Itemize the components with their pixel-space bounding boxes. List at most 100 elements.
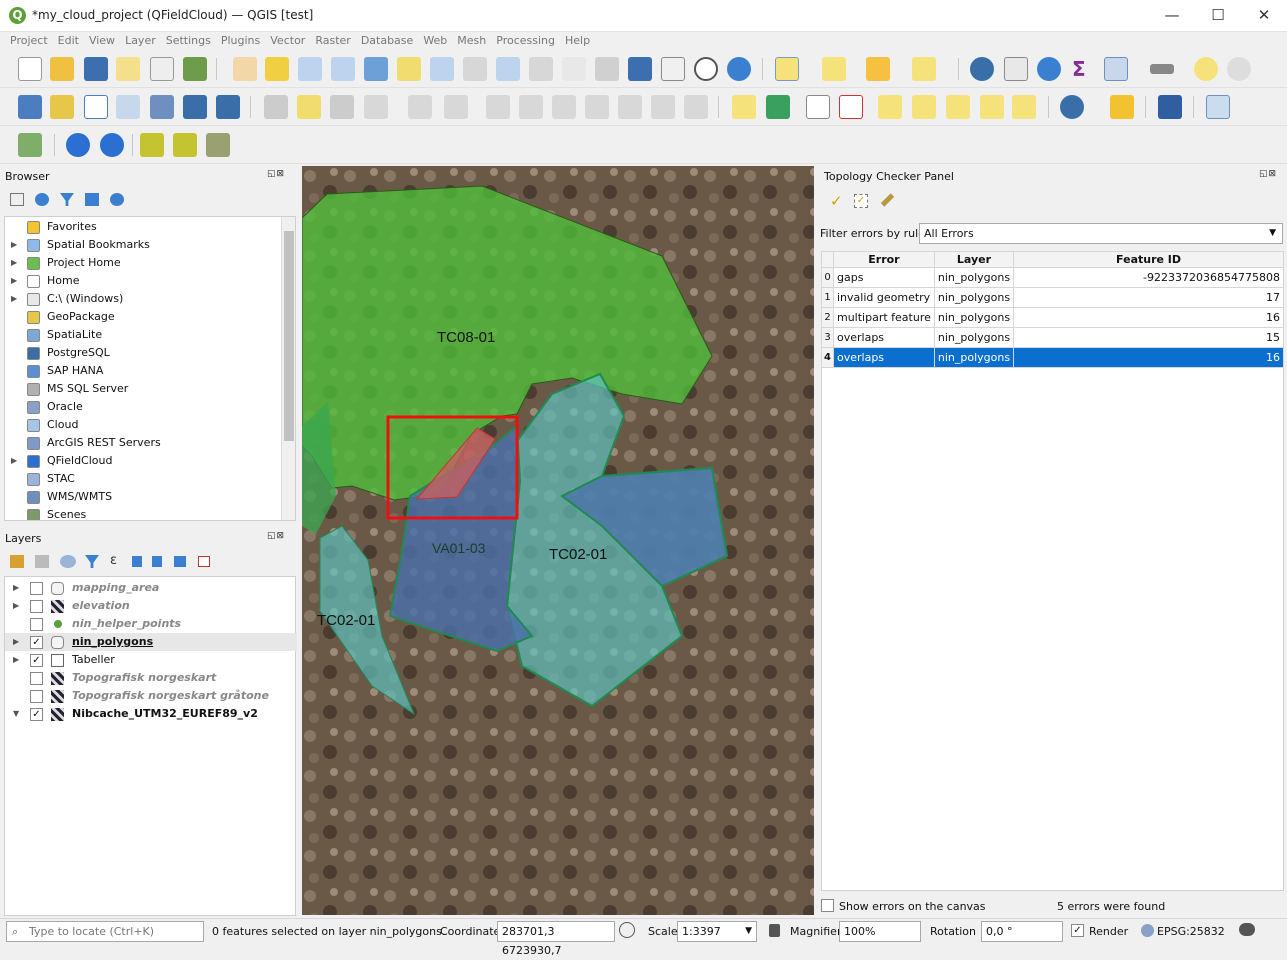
filter-icon[interactable]	[60, 193, 74, 206]
show-bookmarks-icon[interactable]	[661, 57, 685, 81]
expand-arrow-icon[interactable]: ▶	[13, 633, 19, 651]
browser-item[interactable]: Scenes	[5, 506, 285, 520]
browser-item[interactable]: ▶ C:\ (Windows)	[5, 290, 285, 308]
add-polygon-icon[interactable]	[408, 95, 432, 119]
filter-select[interactable]: All Errors ▼	[919, 223, 1283, 244]
visibility-eye-icon[interactable]	[60, 555, 76, 568]
digitize-icon[interactable]	[150, 95, 174, 119]
menu-help[interactable]: Help	[560, 32, 595, 50]
show-errors-checkbox[interactable]	[821, 899, 834, 912]
menu-vector[interactable]: Vector	[265, 32, 310, 50]
settings-gear-icon[interactable]	[1037, 57, 1061, 81]
zoom-out-icon[interactable]	[331, 57, 355, 81]
map-tips-icon[interactable]	[1194, 57, 1218, 81]
synchronize-icon[interactable]	[173, 133, 197, 157]
menu-plugins[interactable]: Plugins	[216, 32, 265, 50]
browser-item[interactable]: MS SQL Server	[5, 380, 285, 398]
expand-arrow-icon[interactable]: ▶	[11, 452, 17, 470]
browser-item[interactable]: PostgreSQL	[5, 344, 285, 362]
expand-arrow-icon[interactable]: ▶	[11, 236, 17, 254]
maximize-button[interactable]: ☐	[1195, 0, 1241, 32]
browser-item[interactable]: Favorites	[5, 218, 285, 236]
browser-scrollbar[interactable]	[281, 217, 295, 520]
layer-visibility-checkbox[interactable]: ✓	[30, 654, 43, 667]
pin-labels-icon[interactable]	[806, 95, 830, 119]
browser-item[interactable]: ArcGIS REST Servers	[5, 434, 285, 452]
layer-visibility-checkbox[interactable]	[30, 600, 43, 613]
remove-layer-icon[interactable]	[198, 556, 210, 567]
map-canvas[interactable]: TC08-01 VA01-03 TC02-01 TC02-01	[302, 166, 814, 915]
new-geopackage-icon[interactable]	[50, 95, 74, 119]
browser-item[interactable]: ▶ Home	[5, 272, 285, 290]
rotate-label-icon[interactable]	[946, 95, 970, 119]
collapse-all-icon[interactable]	[152, 556, 162, 567]
redo-icon[interactable]	[684, 95, 708, 119]
browser-item[interactable]: SAP HANA	[5, 362, 285, 380]
expand-arrow-icon[interactable]: ▶	[11, 254, 17, 272]
validate-extent-icon[interactable]: ✓	[854, 194, 868, 208]
add-feature-icon[interactable]	[364, 95, 388, 119]
browser-item[interactable]: GeoPackage	[5, 308, 285, 326]
scale-field[interactable]: 1:3397 ▼	[677, 921, 757, 942]
menu-edit[interactable]: Edit	[53, 32, 84, 50]
new-map-view-icon[interactable]	[562, 57, 586, 81]
browser-item[interactable]: ▶ Project Home	[5, 254, 285, 272]
configure-icon[interactable]	[206, 133, 230, 157]
table-row[interactable]: 1 invalid geometry nin_polygons 17	[821, 287, 1284, 308]
expand-arrow-icon[interactable]: ▶	[13, 597, 19, 615]
add-group-icon[interactable]	[35, 555, 49, 568]
layer-visibility-checkbox[interactable]: ✓	[30, 636, 43, 649]
validate-all-icon[interactable]: ✓	[830, 192, 843, 210]
col-feature-id[interactable]: Feature ID	[1013, 251, 1284, 268]
table-row[interactable]: 0 gaps nin_polygons -9223372036854775808	[821, 267, 1284, 288]
new-3d-view-icon[interactable]	[595, 57, 619, 81]
table-row[interactable]: 4 overlaps nin_polygons 16	[821, 347, 1284, 368]
change-label-icon[interactable]	[980, 95, 1004, 119]
crs-globe-icon[interactable]	[1141, 924, 1154, 937]
layer-visibility-checkbox[interactable]	[30, 672, 43, 685]
browser-item[interactable]: STAC	[5, 470, 285, 488]
menu-processing[interactable]: Processing	[491, 32, 560, 50]
zoom-full-icon[interactable]	[364, 57, 388, 81]
data-source-manager-icon[interactable]	[18, 95, 42, 119]
menu-mesh[interactable]: Mesh	[452, 32, 491, 50]
temporal-controller-icon[interactable]	[694, 57, 718, 81]
layer-visibility-checkbox[interactable]	[30, 618, 43, 631]
layer-item[interactable]: Topografisk norgeskart	[5, 669, 297, 687]
coordinate-field[interactable]: 283701,3 6723930,7	[497, 921, 615, 957]
vertex-tool-icon[interactable]	[183, 95, 207, 119]
save-edits-icon[interactable]	[330, 95, 354, 119]
delete-selected-icon[interactable]	[519, 95, 543, 119]
messages-icon[interactable]	[1239, 923, 1255, 936]
locator-icon[interactable]	[1227, 57, 1251, 81]
layer-visibility-checkbox[interactable]	[30, 582, 43, 595]
menu-settings[interactable]: Settings	[161, 32, 216, 50]
cut-icon[interactable]	[552, 95, 576, 119]
magnifier-field[interactable]: 100%	[839, 921, 921, 942]
close-button[interactable]: ✕	[1241, 0, 1287, 32]
layer-item[interactable]: ▼ ✓ Nibcache_UTM32_EUREF89_v2	[5, 705, 297, 723]
zoom-last-icon[interactable]	[496, 57, 520, 81]
browser-item[interactable]: ▶ QFieldCloud	[5, 452, 285, 470]
zoom-native-icon[interactable]	[463, 57, 487, 81]
statistics-sigma-icon[interactable]: Σ	[1072, 57, 1086, 81]
expression-filter-icon[interactable]: ε	[110, 553, 117, 568]
expand-arrow-icon[interactable]: ▼	[13, 705, 19, 723]
highlight-labels-icon[interactable]	[839, 95, 863, 119]
pan-icon[interactable]	[233, 57, 257, 81]
topology-dock-buttons[interactable]: ◱⊠	[1259, 169, 1277, 179]
modify-attributes-icon[interactable]	[486, 95, 510, 119]
browser-dock-buttons[interactable]: ◱⊠	[267, 169, 285, 179]
toggle-editing-icon[interactable]	[297, 95, 321, 119]
table-row[interactable]: 2 multipart feature nin_polygons 16	[821, 307, 1284, 328]
expand-arrow-icon[interactable]: ▶	[13, 579, 19, 597]
zoom-selection-icon[interactable]	[397, 57, 421, 81]
select-features-icon[interactable]	[775, 57, 799, 81]
layer-visibility-checkbox[interactable]: ✓	[30, 708, 43, 721]
add-selected-layers-icon[interactable]	[10, 193, 24, 206]
layer-item[interactable]: nin_helper_points	[5, 615, 297, 633]
new-bookmark-icon[interactable]	[628, 57, 652, 81]
select-by-location-icon[interactable]	[912, 57, 936, 81]
vertex-editor-icon[interactable]	[444, 95, 468, 119]
cloud-icon[interactable]	[66, 133, 90, 157]
